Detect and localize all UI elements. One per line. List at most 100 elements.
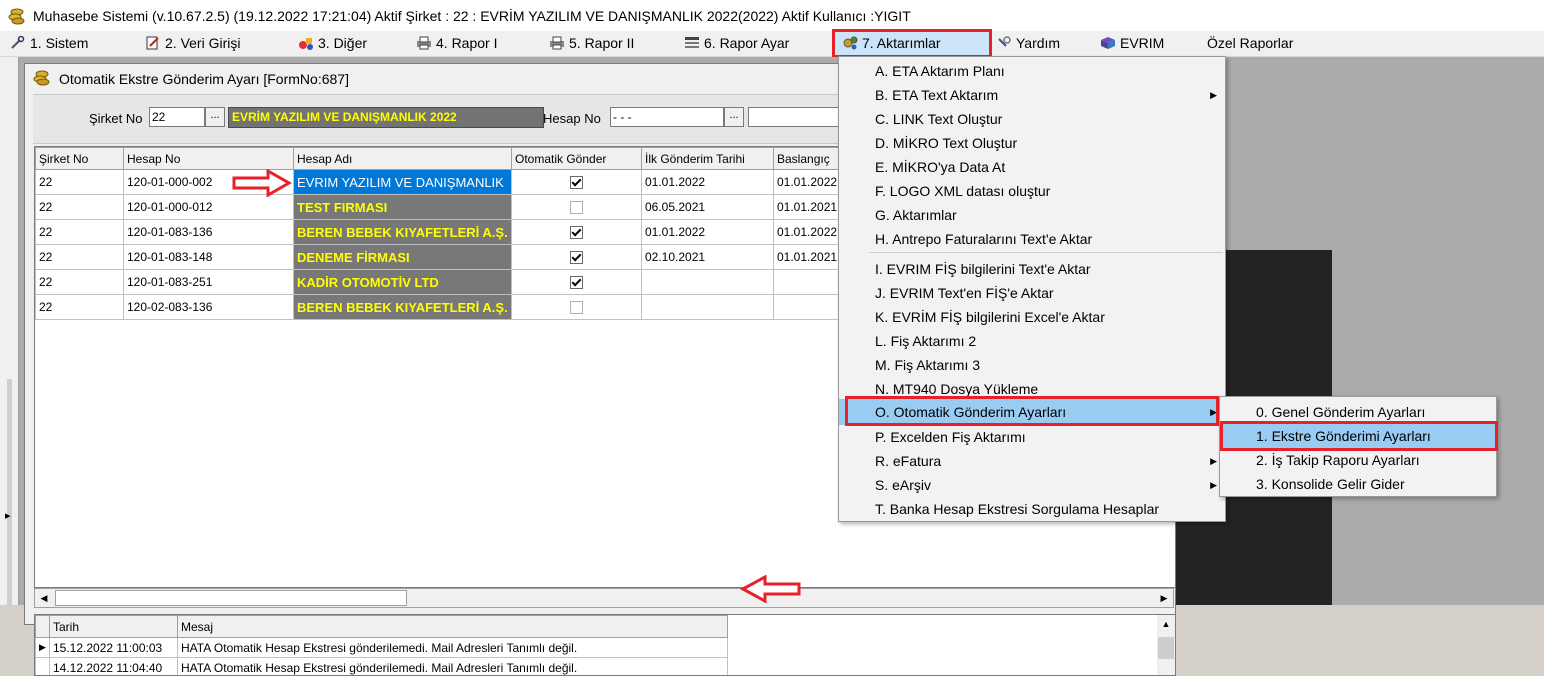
col-ilk-gonderim[interactable]: İlk Gönderim Tarihi (642, 148, 774, 170)
menu-item-antrepo[interactable]: H. Antrepo Faturalarını Text'e Aktar (839, 227, 1225, 251)
cell-sirket[interactable]: 22 (36, 270, 124, 295)
menu-item-eta-text-aktarim[interactable]: B. ETA Text Aktarım▶ (839, 83, 1225, 107)
cell-sirket[interactable]: 22 (36, 220, 124, 245)
otomatik-checkbox[interactable] (570, 176, 583, 189)
cell-hesap-adi[interactable]: BEREN BEBEK KIYAFETLERİ A.Ş. (294, 295, 512, 320)
menu-item-fis-aktarimi-3[interactable]: M. Fiş Aktarımı 3 (839, 353, 1225, 377)
col-otomatik-gonder[interactable]: Otomatik Gönder (512, 148, 642, 170)
cell-otomatik[interactable] (512, 220, 642, 245)
cell-sirket[interactable]: 22 (36, 195, 124, 220)
cell-ilk[interactable]: 02.10.2021 (642, 245, 774, 270)
table-row[interactable]: 22 120-01-000-012 TEST FIRMASI 06.05.202… (36, 195, 864, 220)
cell-hesap[interactable]: 120-01-000-012 (124, 195, 294, 220)
log-vertical-scrollbar[interactable]: ▲ (1157, 615, 1175, 675)
scroll-thumb[interactable] (1158, 637, 1174, 659)
otomatik-checkbox[interactable] (570, 226, 583, 239)
cell-ilk[interactable] (642, 270, 774, 295)
sirket-browse-button[interactable]: ... (205, 107, 225, 127)
menu-item-mikro-text[interactable]: D. MİKRO Text Oluştur (839, 131, 1225, 155)
log-row[interactable]: ▶ 15.12.2022 11:00:03 HATA Otomatik Hesa… (36, 638, 728, 658)
menu-item-fis-aktarimi-2[interactable]: L. Fiş Aktarımı 2 (839, 329, 1225, 353)
notepad-icon (145, 36, 161, 50)
menu-rapor-ayar[interactable]: 6. Rapor Ayar (684, 31, 789, 56)
cell-ilk[interactable] (642, 295, 774, 320)
horizontal-scrollbar[interactable]: ◀ ▶ (34, 588, 1174, 608)
cell-hesap[interactable]: 120-01-083-148 (124, 245, 294, 270)
submenu-item-is-takip[interactable]: 2. İş Takip Raporu Ayarları (1220, 448, 1496, 472)
cell-tarih[interactable]: 15.12.2022 11:00:03 (50, 638, 178, 658)
otomatik-checkbox[interactable] (570, 301, 583, 314)
hesap-browse-button[interactable]: ... (724, 107, 744, 127)
hesap-no-input[interactable]: - - - (610, 107, 724, 127)
scroll-right-icon[interactable]: ▶ (1155, 589, 1173, 607)
menu-item-eta-aktarim-plani[interactable]: A. ETA Aktarım Planı (839, 59, 1225, 83)
cell-sirket[interactable]: 22 (36, 170, 124, 195)
cell-hesap-adi[interactable]: EVRIM YAZILIM VE DANIŞMANLIK (294, 170, 512, 195)
cell-ilk[interactable]: 06.05.2021 (642, 195, 774, 220)
cell-hesap[interactable]: 120-01-083-136 (124, 220, 294, 245)
col-hesap-adi[interactable]: Hesap Adı (294, 148, 512, 170)
cell-hesap[interactable]: 120-01-083-251 (124, 270, 294, 295)
sirket-no-input[interactable]: 22 (149, 107, 205, 127)
menu-diger[interactable]: 3. Diğer (298, 31, 367, 56)
cell-hesap-adi[interactable]: KADİR OTOMOTİV LTD (294, 270, 512, 295)
cell-otomatik[interactable] (512, 170, 642, 195)
menu-item-evrim-fis-excel[interactable]: K. EVRİM FİŞ bilgilerini Excel'e Aktar (839, 305, 1225, 329)
menu-evrim[interactable]: EVRIM (1100, 31, 1164, 56)
cell-otomatik[interactable] (512, 245, 642, 270)
hesap-label: Hesap No (543, 111, 601, 126)
cell-mesaj[interactable]: HATA Otomatik Hesap Ekstresi gönderileme… (178, 658, 728, 676)
cell-sirket[interactable]: 22 (36, 245, 124, 270)
table-row[interactable]: 22 120-01-083-251 KADİR OTOMOTİV LTD (36, 270, 864, 295)
cell-mesaj[interactable]: HATA Otomatik Hesap Ekstresi gönderileme… (178, 638, 728, 658)
menu-item-aktarimlar[interactable]: G. Aktarımlar (839, 203, 1225, 227)
cell-tarih[interactable]: 14.12.2022 11:04:40 (50, 658, 178, 676)
table-row[interactable]: 22 120-02-083-136 BEREN BEBEK KIYAFETLER… (36, 295, 864, 320)
cell-otomatik[interactable] (512, 195, 642, 220)
cell-otomatik[interactable] (512, 295, 642, 320)
menu-ozel-raporlar[interactable]: Özel Raporlar (1207, 31, 1293, 56)
menu-veri-girisi[interactable]: 2. Veri Girişi (145, 31, 240, 56)
cell-hesap-adi[interactable]: DENEME FİRMASI (294, 245, 512, 270)
menu-item-evrim-text-fis[interactable]: J. EVRIM Text'en FİŞ'e Aktar (839, 281, 1225, 305)
otomatik-checkbox[interactable] (570, 276, 583, 289)
otomatik-checkbox[interactable] (570, 251, 583, 264)
table-row[interactable]: 22 120-01-083-148 DENEME FİRMASI 02.10.2… (36, 245, 864, 270)
cell-ilk[interactable]: 01.01.2022 (642, 220, 774, 245)
cell-sirket[interactable]: 22 (36, 295, 124, 320)
submenu-item-konsolide[interactable]: 3. Konsolide Gelir Gider (1220, 472, 1496, 496)
menu-item-evrim-fis-text[interactable]: I. EVRIM FİŞ bilgilerini Text'e Aktar (839, 257, 1225, 281)
menu-item-mikro-data[interactable]: E. MİKRO'ya Data At (839, 155, 1225, 179)
col-hesap-no[interactable]: Hesap No (124, 148, 294, 170)
menu-sistem[interactable]: 1. Sistem (10, 31, 88, 56)
scroll-thumb[interactable] (55, 590, 407, 606)
otomatik-checkbox[interactable] (570, 201, 583, 214)
cell-hesap-adi[interactable]: BEREN BEBEK KIYAFETLERİ A.Ş. (294, 220, 512, 245)
cell-ilk[interactable]: 01.01.2022 (642, 170, 774, 195)
cell-hesap[interactable]: 120-02-083-136 (124, 295, 294, 320)
expand-arrow-icon[interactable]: ▸ (5, 509, 11, 522)
cell-otomatik[interactable] (512, 270, 642, 295)
col-sirket-no[interactable]: Şirket No (36, 148, 124, 170)
left-scroll-track[interactable] (7, 379, 12, 605)
menu-item-banka-ekstre[interactable]: T. Banka Hesap Ekstresi Sorgulama Hesapl… (839, 497, 1225, 521)
table-row[interactable]: 22 120-01-000-002 EVRIM YAZILIM VE DANIŞ… (36, 170, 864, 195)
log-row[interactable]: 14.12.2022 11:04:40 HATA Otomatik Hesap … (36, 658, 728, 676)
menu-item-link-text[interactable]: C. LINK Text Oluştur (839, 107, 1225, 131)
table-row[interactable]: 22 120-01-083-136 BEREN BEBEK KIYAFETLER… (36, 220, 864, 245)
annotation-arrow-left-icon (740, 575, 802, 603)
menu-yardim[interactable]: Yardım (996, 31, 1060, 56)
col-mesaj[interactable]: Mesaj (178, 616, 728, 638)
menu-item-logo-xml[interactable]: F. LOGO XML datası oluştur (839, 179, 1225, 203)
menu-item-excelden-fis[interactable]: P. Excelden Fiş Aktarımı (839, 425, 1225, 449)
menu-item-efatura[interactable]: R. eFatura▶ (839, 449, 1225, 473)
menu-item-earsiv[interactable]: S. eArşiv▶ (839, 473, 1225, 497)
menu-rapor-1[interactable]: 4. Rapor I (416, 31, 497, 56)
cell-hesap-adi[interactable]: TEST FIRMASI (294, 195, 512, 220)
hesap-name-input[interactable] (748, 107, 848, 127)
col-tarih[interactable]: Tarih (50, 616, 178, 638)
scroll-left-icon[interactable]: ◀ (35, 589, 53, 607)
menu-rapor-2[interactable]: 5. Rapor II (549, 31, 634, 56)
menu-aktarimlar[interactable]: 7. Aktarımlar (832, 29, 992, 58)
scroll-up-icon[interactable]: ▲ (1157, 615, 1175, 633)
